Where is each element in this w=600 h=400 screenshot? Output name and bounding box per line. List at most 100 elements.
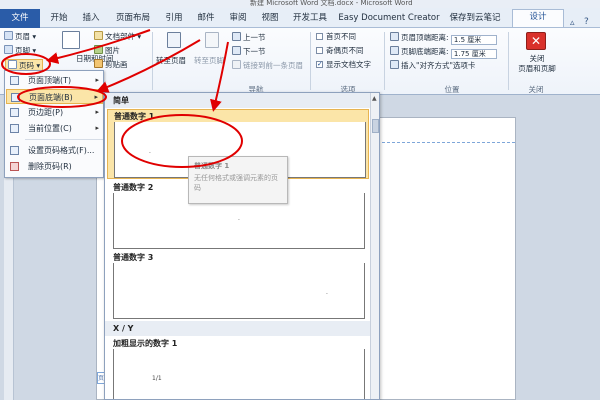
first-page-diff-checkbox[interactable]: 首页不同 (316, 32, 356, 42)
menu-item-label: 页面底端(B) (29, 93, 73, 102)
position-group-label: 位置 (444, 85, 460, 94)
tab-save-cloud-note[interactable]: 保存到云笔记 (446, 11, 504, 28)
tab-insert[interactable]: 插入 (76, 11, 106, 28)
picture-icon (94, 45, 103, 54)
menu-item-page-top[interactable]: 页面顶端(T) ▸ (6, 73, 103, 88)
link-icon (232, 60, 241, 69)
goto-header-icon (158, 32, 190, 52)
next-section-button[interactable]: 下一节 (232, 46, 266, 57)
page-number-mark: · (149, 150, 151, 157)
page-bottom-icon (11, 93, 20, 102)
page-top-icon (10, 76, 19, 85)
tab-review[interactable]: 审阅 (224, 11, 252, 28)
gallery-item-label: 普通数字 3 (113, 253, 154, 262)
close-header-footer-button[interactable]: 关闭 页眉和页脚 (512, 54, 562, 74)
gallery-item-label: 普通数字 2 (113, 183, 154, 192)
help-icon[interactable]: ? (584, 17, 589, 27)
show-doc-text-checkbox[interactable]: 显示文档文字 (316, 59, 371, 70)
goto-footer-button[interactable]: 转至页脚 (194, 56, 224, 66)
prev-section-icon (232, 32, 241, 41)
group-separator (508, 32, 509, 90)
footer-bottom-input[interactable]: 1.75 厘米 (450, 49, 497, 59)
prev-section-label: 上一节 (243, 33, 266, 42)
footer-button[interactable]: 页脚 ▾ (4, 45, 36, 56)
insert-align-tab-button[interactable]: 插入"对齐方式"选项卡 (390, 60, 475, 71)
menu-item-page-bottom[interactable]: 页面底端(B) ▸ (6, 89, 103, 104)
menu-item-format-page-numbers[interactable]: 设置页码格式(F)... (6, 143, 103, 158)
menu-item-current-position[interactable]: 当前位置(C) ▸ (6, 121, 103, 136)
gallery-item-plain-number-3[interactable]: 普通数字 3 · (107, 251, 369, 321)
header-distance-icon (390, 32, 399, 41)
doc-parts-button[interactable]: 文档部件 ▾ (94, 31, 141, 42)
show-doc-text-label: 显示文档文字 (326, 60, 371, 69)
scroll-up-icon[interactable]: ▲ (372, 95, 377, 102)
header-button[interactable]: 页眉 ▾ (4, 31, 36, 42)
group-separator (152, 32, 153, 90)
tab-design[interactable]: 设计 (512, 9, 564, 27)
window-title: 新建 Microsoft Word 文档.docx - Microsoft Wo… (250, 0, 413, 7)
menu-item-remove-page-numbers[interactable]: 删除页码(R) (6, 159, 103, 174)
clip-art-icon (94, 59, 103, 68)
tab-developer[interactable]: 开发工具 (288, 11, 332, 28)
tab-page-layout[interactable]: 页面布局 (110, 11, 156, 28)
scrollbar-thumb[interactable] (372, 119, 379, 133)
calendar-icon (62, 31, 80, 49)
link-prev-label: 链接到前一条页眉 (243, 61, 303, 70)
menu-item-label: 删除页码(R) (28, 162, 72, 171)
prev-section-button[interactable]: 上一节 (232, 32, 266, 43)
next-section-label: 下一节 (243, 47, 266, 56)
doc-parts-icon (94, 31, 103, 40)
page-bottom-gallery: 简单 普通数字 1 · 普通数字 2 · 普通数字 3 · X / Y 加粗显示… (104, 92, 380, 400)
tooltip-description: 无任何格式或强调元素的页码 (194, 174, 278, 192)
picture-button[interactable]: 图片 (94, 45, 120, 56)
page-number-menu: 页面顶端(T) ▸ 页面底端(B) ▸ 页边距(P) ▸ 当前位置(C) ▸ 设… (4, 70, 104, 178)
gallery-item-label: 加粗显示的数字 1 (113, 339, 178, 348)
date-time-button[interactable] (58, 31, 84, 55)
page-number-mark: 1/1 (152, 375, 162, 382)
gallery-item-bold-number-1[interactable]: 加粗显示的数字 1 1/1 (107, 337, 369, 399)
footer-label: 页脚 (15, 46, 30, 55)
page-margins-icon (10, 108, 19, 117)
tab-references[interactable]: 引用 (160, 11, 188, 28)
goto-footer-icon (196, 32, 228, 52)
menu-item-margins[interactable]: 页边距(P) ▸ (6, 105, 103, 120)
page-number-mark: · (238, 217, 240, 224)
odd-even-diff-checkbox[interactable]: 奇偶页不同 (316, 46, 364, 56)
tab-home[interactable]: 开始 (44, 11, 74, 28)
gallery-section-xy: X / Y (105, 321, 371, 336)
tab-easy-document-creator[interactable]: Easy Document Creator (338, 11, 440, 28)
header-top-input[interactable]: 1.5 厘米 (450, 35, 497, 45)
page-number-mark: · (326, 291, 328, 298)
tab-mailings[interactable]: 邮件 (192, 11, 220, 28)
align-tab-icon (390, 60, 399, 69)
gallery-thumbnail: · (113, 263, 365, 319)
tooltip-title: 普通数字 1 (194, 162, 230, 170)
minimize-ribbon-icon[interactable]: ▵ (570, 18, 575, 28)
group-separator (384, 32, 385, 90)
clip-art-button[interactable]: 剪贴画 (94, 59, 128, 70)
tab-view[interactable]: 视图 (256, 11, 284, 28)
format-page-number-icon (10, 146, 19, 155)
gallery-scrollbar[interactable]: ▲ (370, 93, 379, 399)
clip-art-label: 剪贴画 (105, 60, 128, 69)
tab-file[interactable]: 文件 (0, 9, 40, 28)
gallery-section-simple: 简单 (105, 93, 371, 108)
checkbox-icon (316, 33, 323, 40)
title-bar: 新建 Microsoft Word 文档.docx - Microsoft Wo… (0, 0, 600, 8)
current-position-icon (10, 124, 19, 133)
page-number-icon (8, 60, 17, 69)
gallery-thumbnail: 1/1 (113, 349, 365, 399)
submenu-arrow-icon: ▸ (95, 124, 99, 132)
goto-header-button[interactable]: 转至页眉 (156, 56, 186, 66)
first-page-diff-label: 首页不同 (326, 32, 356, 41)
insert-align-tab-label: 插入"对齐方式"选项卡 (401, 61, 476, 70)
menu-separator (25, 139, 103, 140)
menu-item-label: 页边距(P) (28, 108, 64, 117)
header-top-label: 页眉顶端距离: (401, 33, 449, 42)
doc-parts-label: 文档部件 (105, 32, 135, 41)
submenu-arrow-icon: ▸ (95, 108, 99, 116)
picture-label: 图片 (105, 46, 120, 55)
gallery-item-label: 普通数字 1 (114, 112, 155, 121)
next-section-icon (232, 46, 241, 55)
link-prev-button[interactable]: 链接到前一条页眉 (232, 60, 303, 71)
